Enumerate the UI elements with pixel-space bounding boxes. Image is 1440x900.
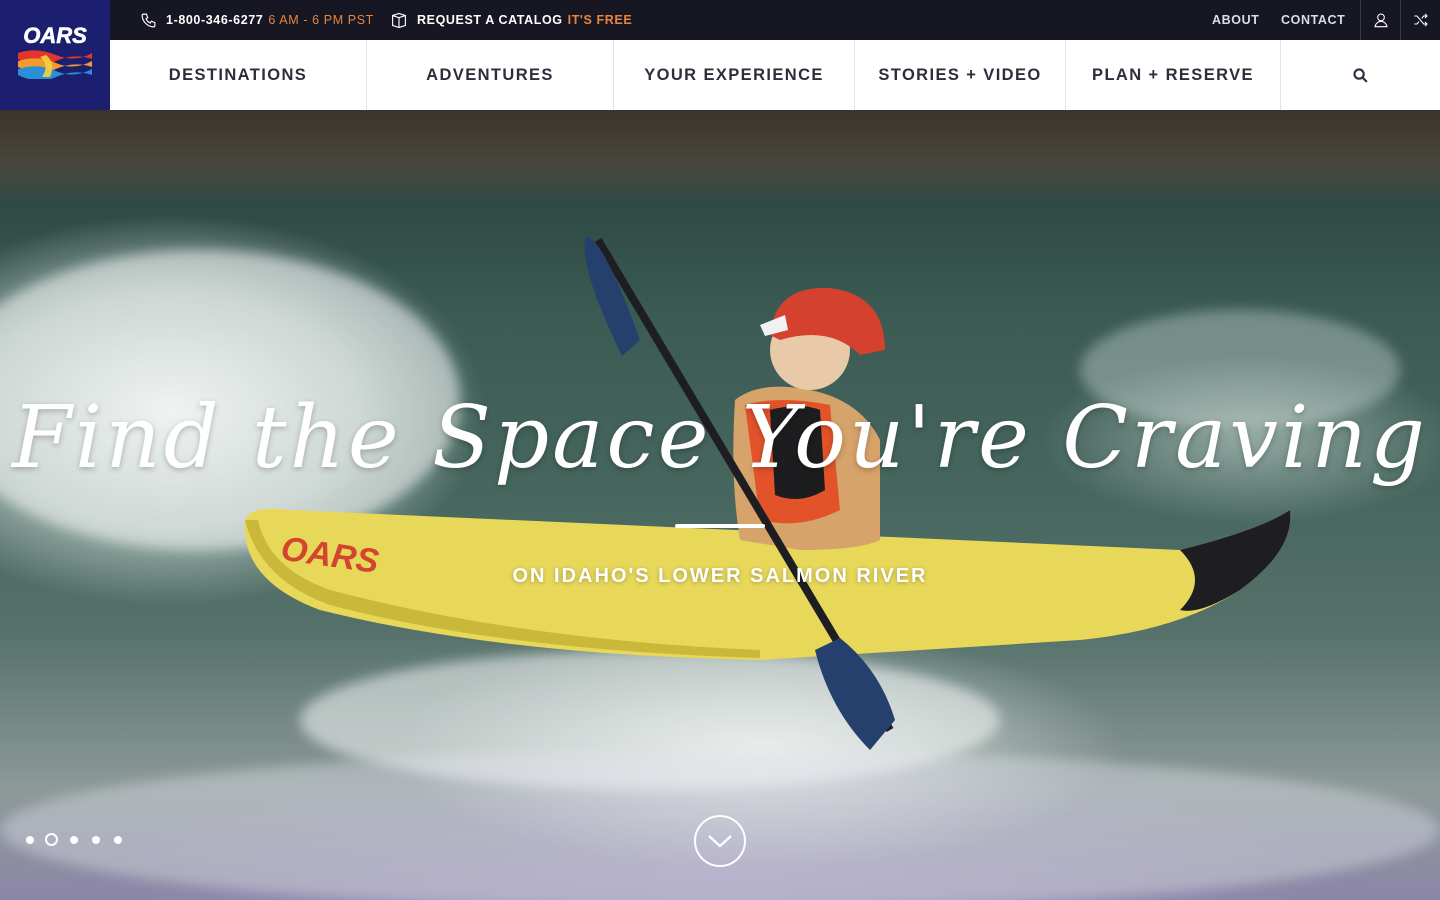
hero-subtitle: ON IDAHO'S LOWER SALMON RIVER [512,565,928,587]
chevron-down-icon [708,835,732,848]
phone-contact[interactable]: 1-800-346-6277 6 AM - 6 PM PST [140,0,374,40]
book-icon [392,12,406,28]
catalog-note: IT'S FREE [567,13,633,27]
about-link[interactable]: ABOUT [1212,0,1259,40]
search-icon [1353,67,1368,83]
nav-destinations[interactable]: DESTINATIONS [110,40,367,110]
shuffle-icon [1413,13,1428,27]
slide-dot-5[interactable] [114,835,122,844]
scroll-down-button[interactable] [694,815,746,867]
slide-dot-2[interactable] [45,833,58,846]
user-icon [1373,13,1388,28]
logo-river-emblem [18,50,92,79]
slide-dot-4[interactable] [92,835,100,844]
search-button[interactable] [1281,40,1440,110]
nav-your-experience[interactable]: YOUR EXPERIENCE [614,40,855,110]
logo-wordmark: OARS [23,23,87,48]
phone-icon [141,13,156,27]
phone-hours: 6 AM - 6 PM PST [268,13,374,27]
utility-bar: 1-800-346-6277 6 AM - 6 PM PST REQUEST A… [0,0,1440,40]
random-trip-button[interactable] [1400,0,1440,40]
nav-stories-video[interactable]: STORIES + VIDEO [855,40,1066,110]
hero-section: OARS Find the Space You're Craving ON ID… [0,110,1440,900]
hero-title: Find the Space You're Craving [12,388,1428,488]
phone-number: 1-800-346-6277 [166,13,264,27]
slide-pagination [26,833,136,846]
nav-plan-reserve[interactable]: PLAN + RESERVE [1066,40,1281,110]
slide-dot-3[interactable] [70,835,78,844]
request-catalog-link[interactable]: REQUEST A CATALOG IT'S FREE [390,0,632,40]
catalog-label: REQUEST A CATALOG [417,13,563,27]
kayaker-photo: OARS [244,237,1291,750]
nav-adventures[interactable]: ADVENTURES [367,40,614,110]
account-button[interactable] [1360,0,1400,40]
contact-link[interactable]: CONTACT [1281,0,1345,40]
hero-divider [675,524,765,528]
slide-dot-1[interactable] [26,835,34,844]
main-navigation: DESTINATIONS ADVENTURES YOUR EXPERIENCE … [110,40,1440,110]
oars-logo[interactable]: OARS [0,0,110,110]
